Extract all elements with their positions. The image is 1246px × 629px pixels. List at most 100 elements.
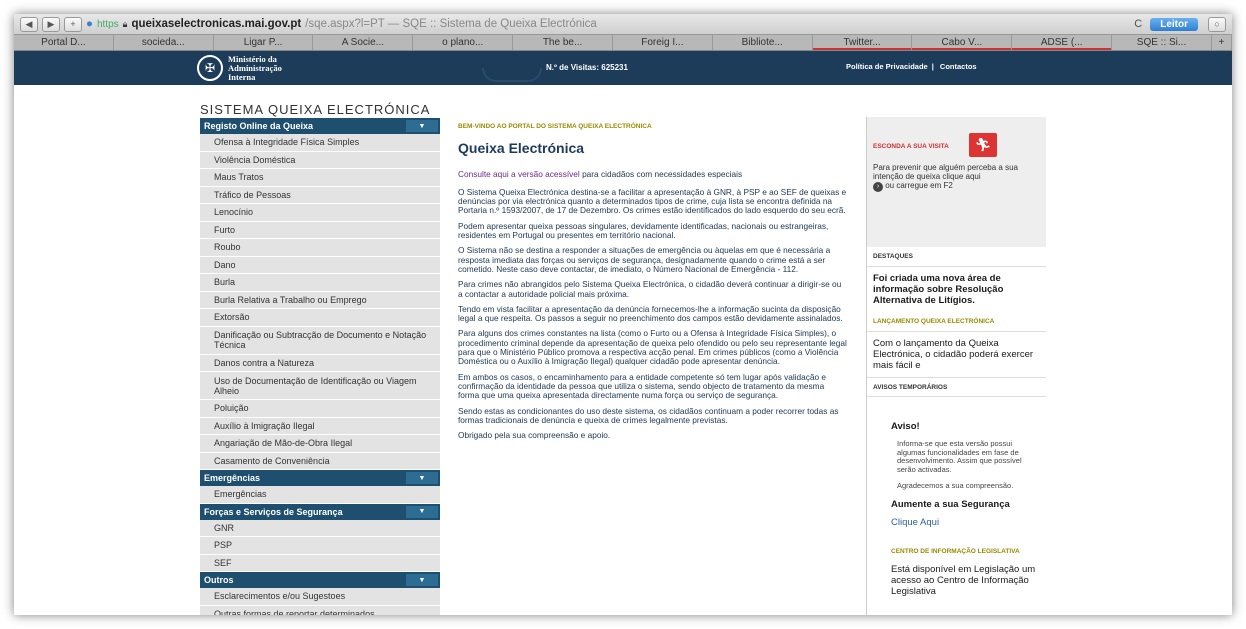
- aumente-heading: Aumente a sua Segurança: [891, 498, 1010, 510]
- sidebar-item[interactable]: Casamento de Conveniência: [200, 452, 440, 470]
- hide-visit-f2: ou carregue em F2: [883, 181, 953, 190]
- address-bar[interactable]: ● https 🔒︎ queixaselectronicas.mai.gov.p…: [86, 18, 1130, 30]
- sidebar-item[interactable]: Lenocínio: [200, 204, 440, 222]
- sidebar-section-title: Outros: [204, 575, 234, 585]
- welcome-heading: BEM-VINDO AO PORTAL DO SISTEMA QUEIXA EL…: [458, 123, 652, 130]
- browser-tab[interactable]: Bibliote...: [713, 35, 813, 50]
- sidebar-section-registo[interactable]: Registo Online da Queixa ▼: [200, 118, 440, 134]
- contacts-link[interactable]: Contactos: [940, 62, 977, 71]
- sidebar-item[interactable]: Ofensa à Integridade Física Simples: [200, 134, 440, 152]
- sidebar-item[interactable]: PSP: [200, 537, 440, 555]
- chevron-down-icon[interactable]: ▼: [406, 120, 438, 132]
- sidebar-section-outros[interactable]: Outros ▼: [200, 572, 440, 588]
- sidebar-item[interactable]: Roubo: [200, 239, 440, 257]
- sidebar-item[interactable]: Emergências: [200, 486, 440, 504]
- https-label: https: [96, 18, 119, 30]
- content-paragraph: O Sistema Queixa Electrónica destina-se …: [458, 186, 847, 216]
- hide-visit-heading: ESCONDA A SUA VISITA: [873, 143, 949, 150]
- sidebar-section-title: Emergências: [204, 473, 261, 483]
- browser-tab[interactable]: socieda...: [114, 35, 214, 50]
- content-paragraph: Para alguns dos crimes constantes na lis…: [458, 328, 847, 367]
- sidebar-item[interactable]: GNR: [200, 519, 440, 537]
- sidebar-item[interactable]: Poluição: [200, 400, 440, 418]
- accessible-version-link[interactable]: Consulte aqui a versão acessível: [458, 169, 580, 179]
- sidebar-item[interactable]: Maus Tratos: [200, 169, 440, 187]
- chevron-down-icon[interactable]: ▼: [406, 574, 438, 586]
- hide-visit-box[interactable]: ESCONDA A SUA VISITA 🏃︎ Para prevenir qu…: [867, 117, 1046, 247]
- sidebar-item[interactable]: Extorsão: [200, 309, 440, 327]
- sidebar-item[interactable]: Angariação de Mão-de-Obra Ilegal: [200, 435, 440, 453]
- running-person-icon[interactable]: 🏃︎: [969, 133, 997, 157]
- centro-heading: CENTRO DE INFORMAÇÃO LEGISLATIVA: [891, 547, 1020, 555]
- page-title: Queixa Electrónica: [458, 140, 585, 157]
- browser-tab[interactable]: Cabo V...: [912, 35, 1013, 50]
- sidebar-item[interactable]: Burla Relativa a Trabalho ou Emprego: [200, 291, 440, 309]
- chevron-down-icon[interactable]: ▼: [406, 472, 438, 484]
- sidebar-item[interactable]: Outras formas de reportar determinados: [200, 605, 440, 615]
- clique-aqui-link[interactable]: Clique Aqui: [891, 517, 1046, 528]
- visit-counter: N.º de Visitas: 625231: [546, 63, 628, 72]
- browser-tab[interactable]: Foreig I...: [613, 35, 713, 50]
- avisos-heading: AVISOS TEMPORÁRIOS: [867, 377, 1046, 397]
- browser-tab[interactable]: A Socie...: [313, 35, 414, 50]
- privacy-link[interactable]: Política de Privacidade: [846, 62, 928, 71]
- content-paragraph: Em ambos os casos, o encaminhamento para…: [458, 371, 827, 401]
- reader-button[interactable]: Leitor: [1150, 17, 1198, 31]
- new-tab-button[interactable]: +: [64, 16, 82, 32]
- sidebar-item[interactable]: SEF: [200, 554, 440, 572]
- link-separator: |: [931, 62, 934, 71]
- lock-icon: 🔒︎: [122, 18, 128, 29]
- browser-tab[interactable]: SQE :: Si...: [1112, 35, 1212, 50]
- forward-button[interactable]: ▶: [42, 16, 60, 32]
- content-paragraph: Sendo estas as condicionantes do uso des…: [458, 405, 839, 425]
- browser-tab[interactable]: Twitter...: [812, 35, 913, 50]
- browser-window: ◀ ▶ + ● https 🔒︎ queixaselectronicas.mai…: [14, 14, 1232, 615]
- sidebar-item[interactable]: Tráfico de Pessoas: [200, 186, 440, 204]
- destaques-heading: DESTAQUES: [867, 247, 1046, 267]
- site-title: SISTEMA QUEIXA ELECTRÓNICA: [200, 102, 431, 117]
- content-paragraph: O Sistema não se destina a responder a s…: [458, 245, 831, 274]
- centro-text: Está disponível em Legislação um acesso …: [891, 563, 1036, 597]
- url-domain: queixaselectronicas.mai.gov.pt: [131, 18, 302, 30]
- content-paragraph: Obrigado pela sua compreensão e apoio.: [458, 430, 611, 441]
- site-header: ✠ Ministério da Administração Interna N.…: [14, 51, 1232, 85]
- watermark-emblem: [482, 68, 542, 82]
- sidebar-section-forcas[interactable]: Forças e Serviços de Segurança ▼: [200, 503, 440, 520]
- lancamento-text: Com o lançamento da Queixa Electrónica, …: [873, 338, 1034, 371]
- arrow-circle-icon[interactable]: ›: [873, 182, 883, 192]
- back-button[interactable]: ◀: [20, 16, 38, 32]
- aviso-title: Aviso!: [891, 421, 920, 432]
- sidebar-item[interactable]: Danos contra a Natureza: [200, 354, 440, 372]
- sidebar-item[interactable]: Dano: [200, 256, 440, 274]
- browser-tab[interactable]: Ligar P...: [214, 35, 314, 50]
- hide-visit-desc: Para prevenir que alguém perceba a sua i…: [873, 163, 1018, 181]
- sidebar: Registo Online da Queixa ▼ Ofensa à Integr…: [200, 118, 440, 615]
- reload-icon[interactable]: C: [1134, 18, 1142, 30]
- sidebar-item[interactable]: Danificação ou Subtracção de Documento e…: [200, 326, 440, 355]
- browser-tab[interactable]: ADSE (...: [1012, 35, 1113, 50]
- crest-icon: ✠: [197, 55, 223, 81]
- sidebar-item[interactable]: Esclarecimentos e/ou Sugestoes: [200, 588, 440, 606]
- aviso-text: Informa-se que esta versão possui alguma…: [897, 439, 1022, 474]
- browser-toolbar: ◀ ▶ + ● https 🔒︎ queixaselectronicas.mai…: [14, 14, 1232, 34]
- sidebar-section-title: Registo Online da Queixa: [204, 121, 314, 131]
- header-links: Política de Privacidade | Contactos: [846, 62, 981, 71]
- hide-visit-text: Para prevenir que alguém perceba a sua i…: [873, 163, 1043, 192]
- settings-button[interactable]: ○: [1208, 16, 1226, 32]
- sidebar-section-emergencias[interactable]: Emergências ▼: [200, 470, 440, 486]
- sidebar-item[interactable]: Burla: [200, 274, 440, 292]
- sidebar-item[interactable]: Auxílio à Imigração Ilegal: [200, 417, 440, 435]
- sidebar-item[interactable]: Uso de Documentação de Identificação ou …: [200, 372, 440, 400]
- browser-tab[interactable]: The be...: [513, 35, 613, 50]
- destaque-text[interactable]: Foi criada uma nova área de informação s…: [867, 267, 1046, 312]
- content-paragraph: Podem apresentar queixa pessoas singular…: [458, 220, 829, 241]
- sidebar-item[interactable]: Furto: [200, 221, 440, 239]
- chevron-down-icon[interactable]: ▼: [406, 505, 438, 518]
- right-column: ESCONDA A SUA VISITA 🏃︎ Para prevenir qu…: [866, 117, 1046, 615]
- sidebar-item[interactable]: Violência Doméstica: [200, 151, 440, 169]
- browser-tab[interactable]: Portal D...: [14, 35, 114, 50]
- add-tab-icon[interactable]: +: [1212, 35, 1232, 50]
- tab-bar: Portal D... socieda... Ligar P... A Socie..…: [14, 34, 1232, 51]
- browser-tab[interactable]: o plano...: [413, 35, 514, 50]
- lancamento-heading: LANÇAMENTO QUEIXA ELECTRÓNICA: [867, 312, 1046, 332]
